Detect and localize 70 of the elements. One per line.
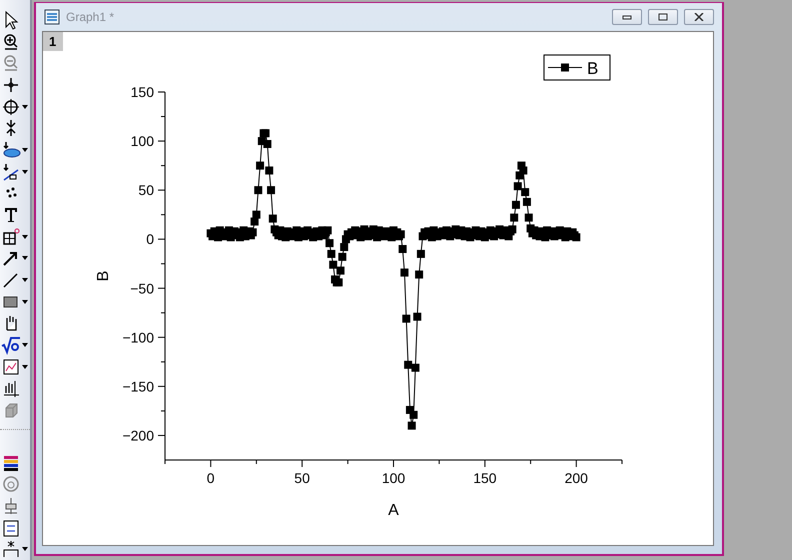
- target-icon[interactable]: [1, 96, 21, 117]
- caret-icon[interactable]: [22, 234, 28, 239]
- data-marker: [398, 245, 407, 254]
- caret-icon[interactable]: [22, 256, 28, 260]
- data-marker: [415, 270, 424, 279]
- data-marker: [510, 214, 518, 222]
- data-marker: [262, 129, 270, 138]
- caret-icon[interactable]: [22, 104, 28, 109]
- close-icon: [694, 13, 704, 21]
- tick-label: 200: [564, 470, 588, 486]
- data-marker: [400, 268, 408, 277]
- data-marker: [329, 260, 338, 269]
- caret-icon[interactable]: [22, 148, 28, 152]
- data-marker: [512, 200, 520, 209]
- caret-icon[interactable]: [22, 364, 28, 369]
- tick-label: 0: [146, 231, 154, 248]
- layer-tab[interactable]: 1: [43, 32, 64, 51]
- data-marker: [410, 410, 418, 419]
- data-marker: [326, 239, 334, 248]
- tick-label: 50: [294, 470, 310, 486]
- tick-label: 100: [382, 470, 406, 486]
- data-marker: [268, 214, 277, 223]
- tick-label: −200: [122, 427, 154, 444]
- layout-grid-icon[interactable]: [1, 226, 21, 247]
- caret-icon[interactable]: [22, 300, 28, 304]
- legend-label: B: [587, 59, 598, 78]
- data-marker: [402, 314, 410, 323]
- data-marker: [522, 198, 531, 206]
- caret-icon[interactable]: [22, 343, 28, 348]
- minimize-icon: [622, 14, 632, 20]
- caret-icon[interactable]: [22, 170, 28, 174]
- data-marker: [327, 250, 336, 258]
- data-marker: [267, 186, 276, 194]
- tick-label: 150: [130, 84, 154, 100]
- caret-icon[interactable]: [22, 278, 28, 282]
- data-marker: [254, 186, 262, 194]
- data-marker: [524, 214, 533, 222]
- minimize-button[interactable]: [612, 9, 642, 25]
- ellipse-region-icon[interactable]: [1, 140, 21, 160]
- data-marker: [514, 182, 522, 190]
- tick-label: 100: [130, 133, 154, 150]
- y-axis-title: B: [95, 270, 112, 282]
- tick-label: −100: [122, 329, 154, 346]
- tick-label: 0: [206, 470, 215, 486]
- x-axis-title: A: [388, 502, 399, 519]
- chart-page-icon[interactable]: [1, 356, 21, 377]
- square-root-icon[interactable]: [1, 335, 21, 356]
- tick-label: −50: [130, 280, 154, 296]
- data-marker: [338, 252, 346, 261]
- data-marker: [250, 218, 259, 226]
- tick-label: −150: [122, 378, 154, 394]
- close-button[interactable]: [684, 9, 714, 25]
- tick-label: 50: [138, 182, 154, 198]
- graph-window-icon: [44, 9, 60, 25]
- data-marker: [334, 278, 343, 286]
- window-title: Graph1 *: [66, 10, 116, 24]
- data-marker: [416, 250, 425, 258]
- asterisk-bracket-icon[interactable]: [1, 539, 21, 560]
- restore-button[interactable]: [648, 9, 678, 25]
- caret-icon[interactable]: [22, 547, 28, 552]
- restore-icon: [658, 13, 668, 21]
- data-marker: [413, 312, 422, 321]
- curve-region-icon[interactable]: [1, 162, 21, 182]
- data-marker: [256, 162, 264, 170]
- data-marker: [521, 188, 530, 196]
- data-marker: [408, 422, 416, 430]
- data-marker: [404, 360, 412, 369]
- data-marker: [340, 243, 348, 252]
- data-marker: [252, 210, 260, 219]
- tick-label: 150: [473, 470, 497, 486]
